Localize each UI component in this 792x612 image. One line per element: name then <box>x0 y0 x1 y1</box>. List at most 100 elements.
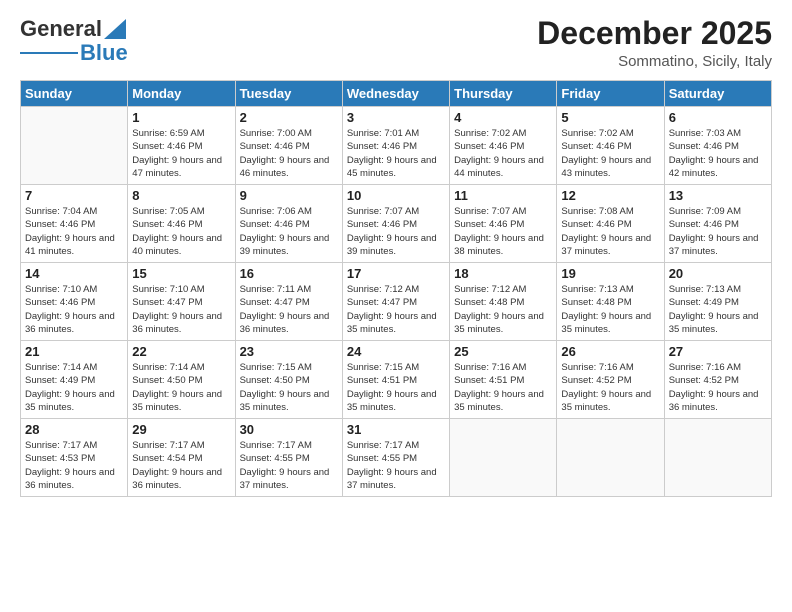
day-number: 19 <box>561 266 659 281</box>
day-of-week-header: Wednesday <box>342 81 449 107</box>
day-number: 21 <box>25 344 123 359</box>
day-number: 9 <box>240 188 338 203</box>
day-info: Sunrise: 7:12 AMSunset: 4:47 PMDaylight:… <box>347 283 445 336</box>
day-number: 16 <box>240 266 338 281</box>
day-number: 25 <box>454 344 552 359</box>
day-number: 3 <box>347 110 445 125</box>
calendar-day-cell: 29 Sunrise: 7:17 AMSunset: 4:54 PMDayligh… <box>128 419 235 497</box>
day-number: 10 <box>347 188 445 203</box>
day-number: 6 <box>669 110 767 125</box>
calendar-day-cell: 24Sunrise: 7:15 AMSunset: 4:51 PMDayligh… <box>342 341 449 419</box>
day-number: 28 <box>25 422 123 437</box>
calendar-day-cell: 7Sunrise: 7:04 AMSunset: 4:46 PMDaylight… <box>21 185 128 263</box>
day-of-week-header: Thursday <box>450 81 557 107</box>
day-info: Sunrise: 7:00 AMSunset: 4:46 PMDaylight:… <box>240 127 338 180</box>
calendar-day-cell: 11 Sunrise: 7:07 AMSunset: 4:46 PMDayligh… <box>450 185 557 263</box>
day-info: Sunrise: 7:17 AMSunset: 4:53 PMDaylight:… <box>25 439 123 492</box>
day-info: Sunrise: 7:10 AMSunset: 4:47 PMDaylight:… <box>132 283 230 336</box>
header: General Blue December 2025 Sommatino, Si… <box>20 16 772 70</box>
calendar-day-cell: 9 Sunrise: 7:06 AMSunset: 4:46 PMDaylight… <box>235 185 342 263</box>
day-of-week-header: Tuesday <box>235 81 342 107</box>
calendar-day-cell: 30 Sunrise: 7:17 AMSunset: 4:55 PMDayligh… <box>235 419 342 497</box>
day-number: 24 <box>347 344 445 359</box>
calendar-day-cell: 18 Sunrise: 7:12 AMSunset: 4:48 PMDayligh… <box>450 263 557 341</box>
day-info: Sunrise: 7:05 AMSunset: 4:46 PMDaylight:… <box>132 205 230 258</box>
logo-blue: Blue <box>80 40 128 66</box>
calendar-day-cell: 5 Sunrise: 7:02 AMSunset: 4:46 PMDaylight… <box>557 107 664 185</box>
day-info: Sunrise: 7:06 AMSunset: 4:46 PMDaylight:… <box>240 205 338 258</box>
calendar-day-cell: 2Sunrise: 7:00 AMSunset: 4:46 PMDaylight… <box>235 107 342 185</box>
calendar-week-row: 14 Sunrise: 7:10 AMSunset: 4:46 PMDayligh… <box>21 263 772 341</box>
logo-general: General <box>20 16 102 42</box>
logo-triangle-icon <box>104 19 126 39</box>
logo-divider <box>20 52 78 54</box>
day-number: 31 <box>347 422 445 437</box>
day-info: Sunrise: 7:07 AMSunset: 4:46 PMDaylight:… <box>347 205 445 258</box>
day-info: Sunrise: 7:01 AMSunset: 4:46 PMDaylight:… <box>347 127 445 180</box>
calendar-day-cell: 27 Sunrise: 7:16 AMSunset: 4:52 PMDayligh… <box>664 341 771 419</box>
day-number: 23 <box>240 344 338 359</box>
logo: General Blue <box>20 16 128 66</box>
calendar-day-cell: 16Sunrise: 7:11 AMSunset: 4:47 PMDayligh… <box>235 263 342 341</box>
day-number: 12 <box>561 188 659 203</box>
calendar-day-cell: 12 Sunrise: 7:08 AMSunset: 4:46 PMDayligh… <box>557 185 664 263</box>
day-number: 11 <box>454 188 552 203</box>
day-number: 30 <box>240 422 338 437</box>
calendar-day-cell: 8 Sunrise: 7:05 AMSunset: 4:46 PMDaylight… <box>128 185 235 263</box>
title-block: December 2025 Sommatino, Sicily, Italy <box>537 16 772 70</box>
day-info: Sunrise: 7:03 AMSunset: 4:46 PMDaylight:… <box>669 127 767 180</box>
day-of-week-header: Monday <box>128 81 235 107</box>
day-number: 1 <box>132 110 230 125</box>
day-of-week-header: Sunday <box>21 81 128 107</box>
day-number: 26 <box>561 344 659 359</box>
logo-block: General Blue <box>20 16 128 66</box>
calendar-day-cell: 1 Sunrise: 6:59 AMSunset: 4:46 PMDaylight… <box>128 107 235 185</box>
day-info: Sunrise: 7:13 AMSunset: 4:48 PMDaylight:… <box>561 283 659 336</box>
calendar-week-row: 1 Sunrise: 6:59 AMSunset: 4:46 PMDaylight… <box>21 107 772 185</box>
calendar-day-cell: 17 Sunrise: 7:12 AMSunset: 4:47 PMDayligh… <box>342 263 449 341</box>
calendar-day-cell <box>21 107 128 185</box>
day-info: Sunrise: 7:13 AMSunset: 4:49 PMDaylight:… <box>669 283 767 336</box>
day-number: 27 <box>669 344 767 359</box>
day-info: Sunrise: 7:16 AMSunset: 4:52 PMDaylight:… <box>561 361 659 414</box>
day-info: Sunrise: 7:09 AMSunset: 4:46 PMDaylight:… <box>669 205 767 258</box>
day-number: 14 <box>25 266 123 281</box>
calendar-day-cell: 28 Sunrise: 7:17 AMSunset: 4:53 PMDayligh… <box>21 419 128 497</box>
calendar-day-cell: 13Sunrise: 7:09 AMSunset: 4:46 PMDayligh… <box>664 185 771 263</box>
day-info: Sunrise: 7:02 AMSunset: 4:46 PMDaylight:… <box>454 127 552 180</box>
day-info: Sunrise: 7:17 AMSunset: 4:54 PMDaylight:… <box>132 439 230 492</box>
calendar-day-cell: 3 Sunrise: 7:01 AMSunset: 4:46 PMDaylight… <box>342 107 449 185</box>
day-info: Sunrise: 7:16 AMSunset: 4:51 PMDaylight:… <box>454 361 552 414</box>
day-of-week-header: Friday <box>557 81 664 107</box>
calendar-day-cell: 14 Sunrise: 7:10 AMSunset: 4:46 PMDayligh… <box>21 263 128 341</box>
day-info: Sunrise: 7:10 AMSunset: 4:46 PMDaylight:… <box>25 283 123 336</box>
day-number: 17 <box>347 266 445 281</box>
day-of-week-header: Saturday <box>664 81 771 107</box>
day-info: Sunrise: 6:59 AMSunset: 4:46 PMDaylight:… <box>132 127 230 180</box>
calendar-day-cell: 25 Sunrise: 7:16 AMSunset: 4:51 PMDayligh… <box>450 341 557 419</box>
calendar-day-cell: 6 Sunrise: 7:03 AMSunset: 4:46 PMDaylight… <box>664 107 771 185</box>
day-number: 5 <box>561 110 659 125</box>
calendar-day-cell <box>664 419 771 497</box>
calendar-day-cell: 21Sunrise: 7:14 AMSunset: 4:49 PMDayligh… <box>21 341 128 419</box>
day-number: 20 <box>669 266 767 281</box>
calendar-day-cell: 20 Sunrise: 7:13 AMSunset: 4:49 PMDayligh… <box>664 263 771 341</box>
day-info: Sunrise: 7:12 AMSunset: 4:48 PMDaylight:… <box>454 283 552 336</box>
calendar-day-cell: 4Sunrise: 7:02 AMSunset: 4:46 PMDaylight… <box>450 107 557 185</box>
day-info: Sunrise: 7:15 AMSunset: 4:50 PMDaylight:… <box>240 361 338 414</box>
day-number: 18 <box>454 266 552 281</box>
day-info: Sunrise: 7:07 AMSunset: 4:46 PMDaylight:… <box>454 205 552 258</box>
day-info: Sunrise: 7:02 AMSunset: 4:46 PMDaylight:… <box>561 127 659 180</box>
calendar-day-cell: 10 Sunrise: 7:07 AMSunset: 4:46 PMDayligh… <box>342 185 449 263</box>
day-info: Sunrise: 7:08 AMSunset: 4:46 PMDaylight:… <box>561 205 659 258</box>
day-number: 29 <box>132 422 230 437</box>
calendar-day-cell: 31 Sunrise: 7:17 AMSunset: 4:55 PMDayligh… <box>342 419 449 497</box>
day-info: Sunrise: 7:17 AMSunset: 4:55 PMDaylight:… <box>240 439 338 492</box>
day-number: 8 <box>132 188 230 203</box>
calendar-day-cell: 23 Sunrise: 7:15 AMSunset: 4:50 PMDayligh… <box>235 341 342 419</box>
calendar-week-row: 21Sunrise: 7:14 AMSunset: 4:49 PMDayligh… <box>21 341 772 419</box>
day-number: 22 <box>132 344 230 359</box>
page: General Blue December 2025 Sommatino, Si… <box>0 0 792 612</box>
day-info: Sunrise: 7:17 AMSunset: 4:55 PMDaylight:… <box>347 439 445 492</box>
day-info: Sunrise: 7:16 AMSunset: 4:52 PMDaylight:… <box>669 361 767 414</box>
